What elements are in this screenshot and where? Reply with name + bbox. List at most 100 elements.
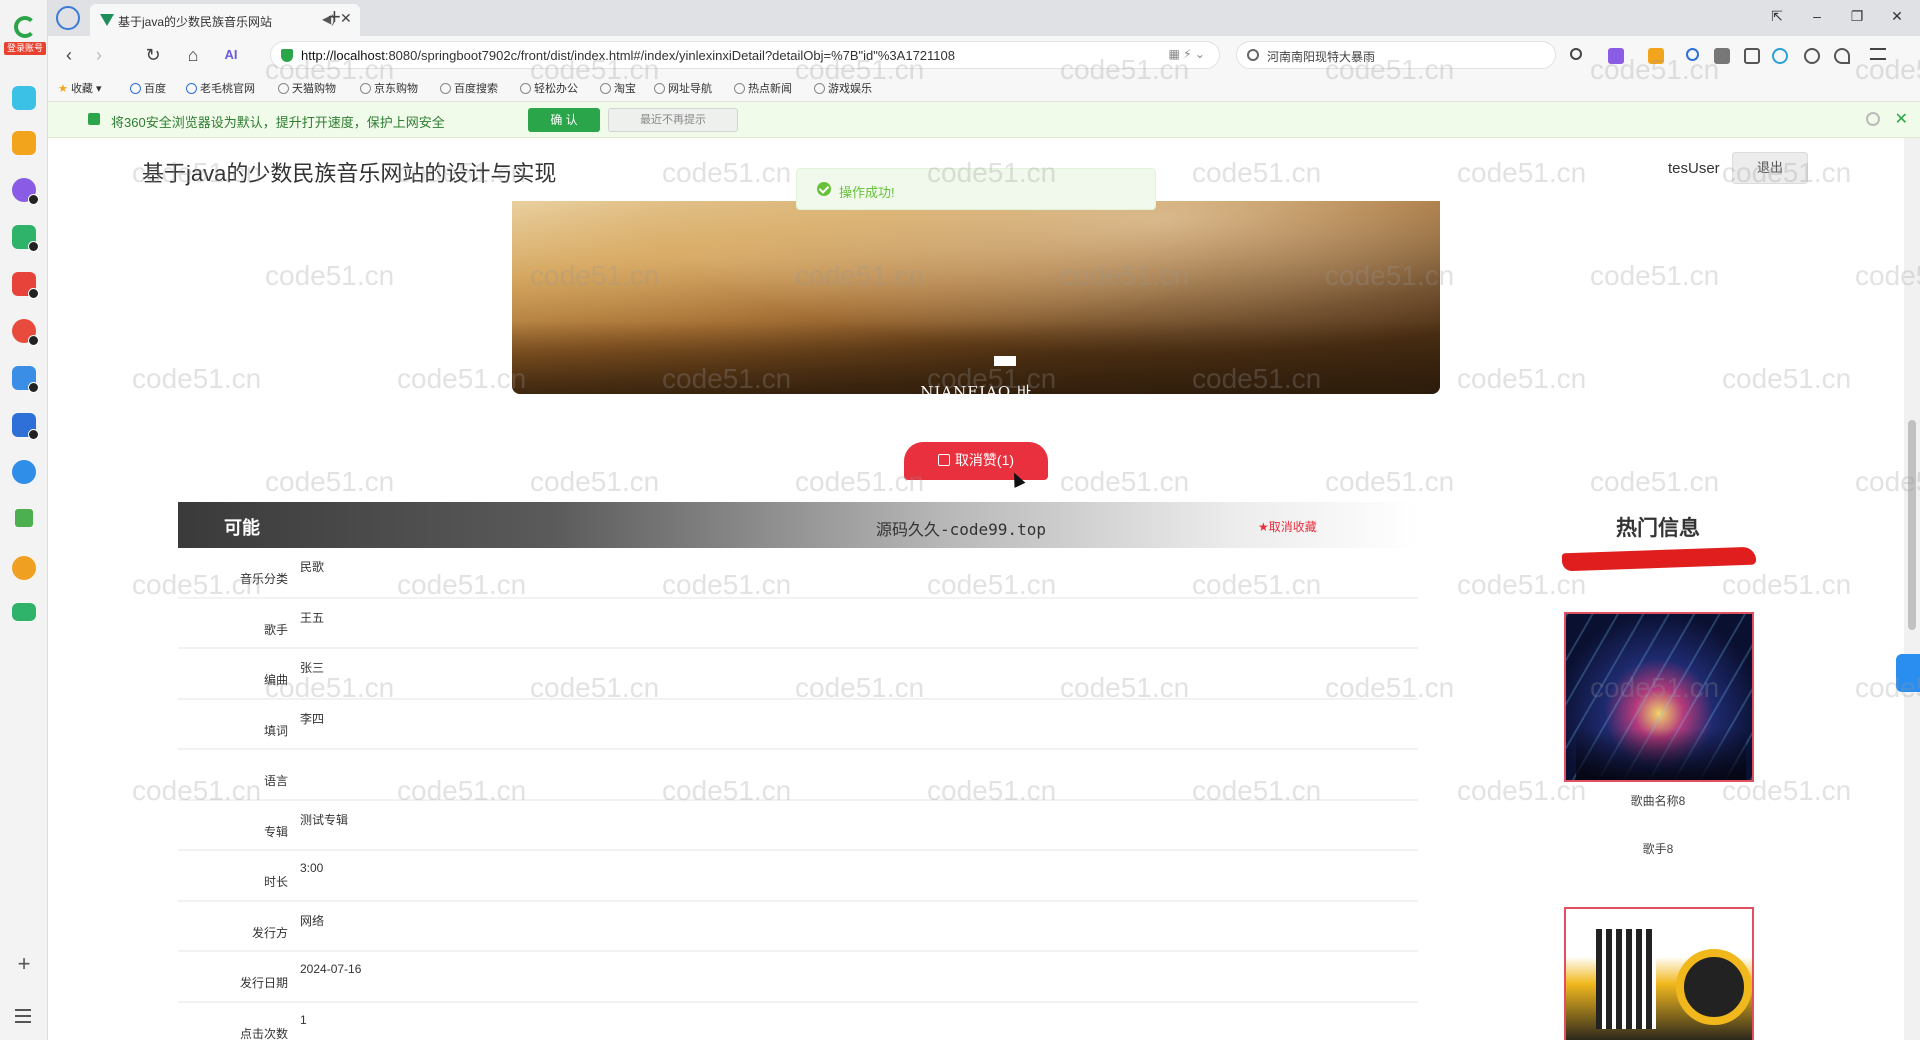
- login-account-tag[interactable]: 登录账号: [4, 42, 46, 55]
- magnifier-icon[interactable]: [1686, 48, 1699, 61]
- menu-icon[interactable]: [1870, 48, 1886, 60]
- reload-icon[interactable]: ↻: [142, 44, 164, 66]
- notice-dismiss-button[interactable]: 最近不再提示: [608, 108, 738, 132]
- browser-tab[interactable]: 基于java的少数民族音乐网站 ◀︎) ✕: [90, 4, 360, 36]
- bookmark-laomaotao[interactable]: 老毛桃官网: [186, 80, 255, 96]
- sidebar-plus-icon[interactable]: +: [14, 953, 34, 975]
- floating-assistant-icon[interactable]: [1896, 654, 1920, 692]
- bookmark-office[interactable]: 轻松办公: [520, 80, 578, 96]
- sidebar-ai-doc-icon[interactable]: [12, 413, 39, 440]
- detail-row: 编曲 张三: [178, 649, 1418, 700]
- bookmark-baidu[interactable]: 百度: [130, 80, 166, 96]
- close-window-icon[interactable]: ✕: [1882, 8, 1912, 25]
- source-watermark-text: 源码久久-code99.top: [876, 520, 1046, 539]
- sidebar-mail-icon[interactable]: [12, 603, 36, 621]
- row-value: 2024-07-16: [300, 962, 362, 976]
- close-icon[interactable]: ✕: [1895, 109, 1908, 129]
- browser-logo[interactable]: 登录账号: [4, 14, 46, 58]
- banner-image[interactable]: NIANEIAO 바: [512, 201, 1440, 394]
- new-tab-icon[interactable]: +: [328, 4, 341, 30]
- sidebar-favorites-icon[interactable]: [12, 131, 36, 155]
- scroll-thumb[interactable]: [1908, 420, 1916, 630]
- unlike-button[interactable]: 取消赞(1): [904, 442, 1048, 480]
- sidebar-ai-video-icon[interactable]: [12, 319, 39, 346]
- carousel-indicator[interactable]: [994, 356, 1016, 366]
- row-label: 发行日期: [239, 976, 288, 990]
- row-label: 专辑: [263, 824, 288, 839]
- pin-window-icon[interactable]: ⇱: [1762, 8, 1792, 25]
- sidebar-add-app-icon[interactable]: [12, 86, 36, 110]
- nav-bar: ‹ › ↻ ⌂ AI http://localhost:8080/springb…: [48, 36, 1920, 74]
- sidebar-ai-image-icon[interactable]: [12, 225, 39, 252]
- bookmark-taobao[interactable]: 淘宝: [600, 80, 636, 96]
- minimize-icon[interactable]: –: [1802, 8, 1832, 24]
- extensions-icon[interactable]: [1714, 48, 1730, 64]
- bookmark-navigation[interactable]: 网址导航: [654, 80, 712, 96]
- row-value: 王五: [300, 610, 325, 625]
- sidebar-ai-pdf-icon[interactable]: [12, 272, 39, 299]
- address-bar[interactable]: http://localhost:8080/springboot7902c/fr…: [270, 41, 1220, 69]
- brightness-icon[interactable]: [1804, 48, 1820, 64]
- sidebar-translate-icon[interactable]: [12, 460, 36, 484]
- banner-caption: NIANEIAO 바: [920, 383, 1032, 394]
- row-value: 民歌: [300, 560, 325, 574]
- notice-confirm-button[interactable]: 确 认: [528, 108, 600, 132]
- home-icon[interactable]: ⌂: [182, 44, 204, 66]
- sync-icon[interactable]: [1772, 48, 1788, 64]
- song-name: 可能: [224, 518, 260, 538]
- tab-home-icon[interactable]: [56, 6, 80, 30]
- restore-icon[interactable]: ❐: [1842, 8, 1872, 25]
- browser-sidebar: 登录账号 +: [0, 0, 48, 1040]
- screenshot-icon[interactable]: [1570, 48, 1582, 60]
- page-content: 基于java的少数民族音乐网站的设计与实现 tesUser 退出 NIANEIA…: [48, 138, 1904, 1040]
- tab-bar: 基于java的少数民族音乐网站 ◀︎) ✕ + ⇱ – ❐ ✕: [48, 0, 1920, 36]
- check-circle-icon: [817, 182, 831, 196]
- row-label: 音乐分类: [239, 572, 288, 586]
- bookmark-jd[interactable]: 京东购物: [360, 80, 418, 96]
- search-box[interactable]: 河南南阳现特大暴雨: [1236, 41, 1556, 69]
- user-name[interactable]: tesUser: [1668, 160, 1720, 177]
- back-icon[interactable]: ‹: [58, 44, 80, 66]
- bookmark-baidu-search[interactable]: 百度搜索: [440, 80, 498, 96]
- row-label: 编曲: [263, 673, 288, 687]
- row-value: 1: [300, 1012, 307, 1027]
- hot-item-image[interactable]: [1564, 612, 1754, 782]
- security-shield-icon[interactable]: [1648, 48, 1664, 64]
- sidebar-menu-icon[interactable]: [15, 1009, 31, 1023]
- translate-toolbar-icon[interactable]: [1608, 48, 1624, 64]
- bookmark-news[interactable]: 热点新闻: [734, 80, 792, 96]
- address-tools-icon[interactable]: ▦ ⚡ ⌄: [1169, 47, 1206, 61]
- forward-icon[interactable]: ›: [88, 44, 110, 66]
- sidebar-scissors-icon[interactable]: [15, 509, 33, 527]
- row-label: 点击次数: [239, 1026, 288, 1040]
- gear-icon[interactable]: [1866, 112, 1880, 126]
- bookmark-tmall[interactable]: 天猫购物: [278, 80, 336, 96]
- row-value: 网络: [300, 913, 325, 928]
- default-browser-notice: 将360安全浏览器设为默认，提升打开速度，保护上网安全 确 认 最近不再提示 ✕: [48, 102, 1920, 138]
- search-input[interactable]: 河南南阳现特大暴雨: [1267, 48, 1375, 65]
- hot-item-name[interactable]: 歌曲名称8: [1558, 792, 1758, 809]
- hot-item-image[interactable]: [1564, 907, 1754, 1040]
- sidebar-weibo-icon[interactable]: [12, 556, 36, 580]
- detail-row: 歌手 王五: [178, 599, 1418, 649]
- tab-title: 基于java的少数民族音乐网站: [118, 15, 273, 29]
- row-value: 3:00: [300, 861, 324, 875]
- logout-button[interactable]: 退出: [1732, 152, 1808, 184]
- undo-icon[interactable]: [1834, 48, 1850, 64]
- address-url[interactable]: http://localhost:8080/springboot7902c/fr…: [301, 48, 955, 63]
- bookmark-games[interactable]: 游戏娱乐: [814, 80, 872, 96]
- apps-grid-icon[interactable]: [1744, 48, 1760, 64]
- title-underline-decoration: [1561, 546, 1757, 572]
- unfavorite-button[interactable]: ★取消收藏: [1258, 518, 1317, 535]
- detail-header: 可能 源码久久-code99.top ★取消收藏: [178, 502, 1418, 548]
- search-icon: [1247, 49, 1259, 61]
- row-label: 填词: [263, 723, 288, 738]
- detail-row: 点击次数 1: [178, 1003, 1418, 1040]
- ai-icon[interactable]: AI: [220, 44, 242, 66]
- bookmark-favorites[interactable]: ★ 收藏 ▾: [58, 80, 102, 96]
- sidebar-ai-assistant-icon[interactable]: [12, 178, 39, 205]
- page-scrollbar[interactable]: [1904, 138, 1920, 1040]
- sidebar-ai-photo-icon[interactable]: [12, 366, 39, 393]
- tab-close-icon[interactable]: ✕: [340, 10, 352, 27]
- detail-row: 语言: [178, 750, 1418, 801]
